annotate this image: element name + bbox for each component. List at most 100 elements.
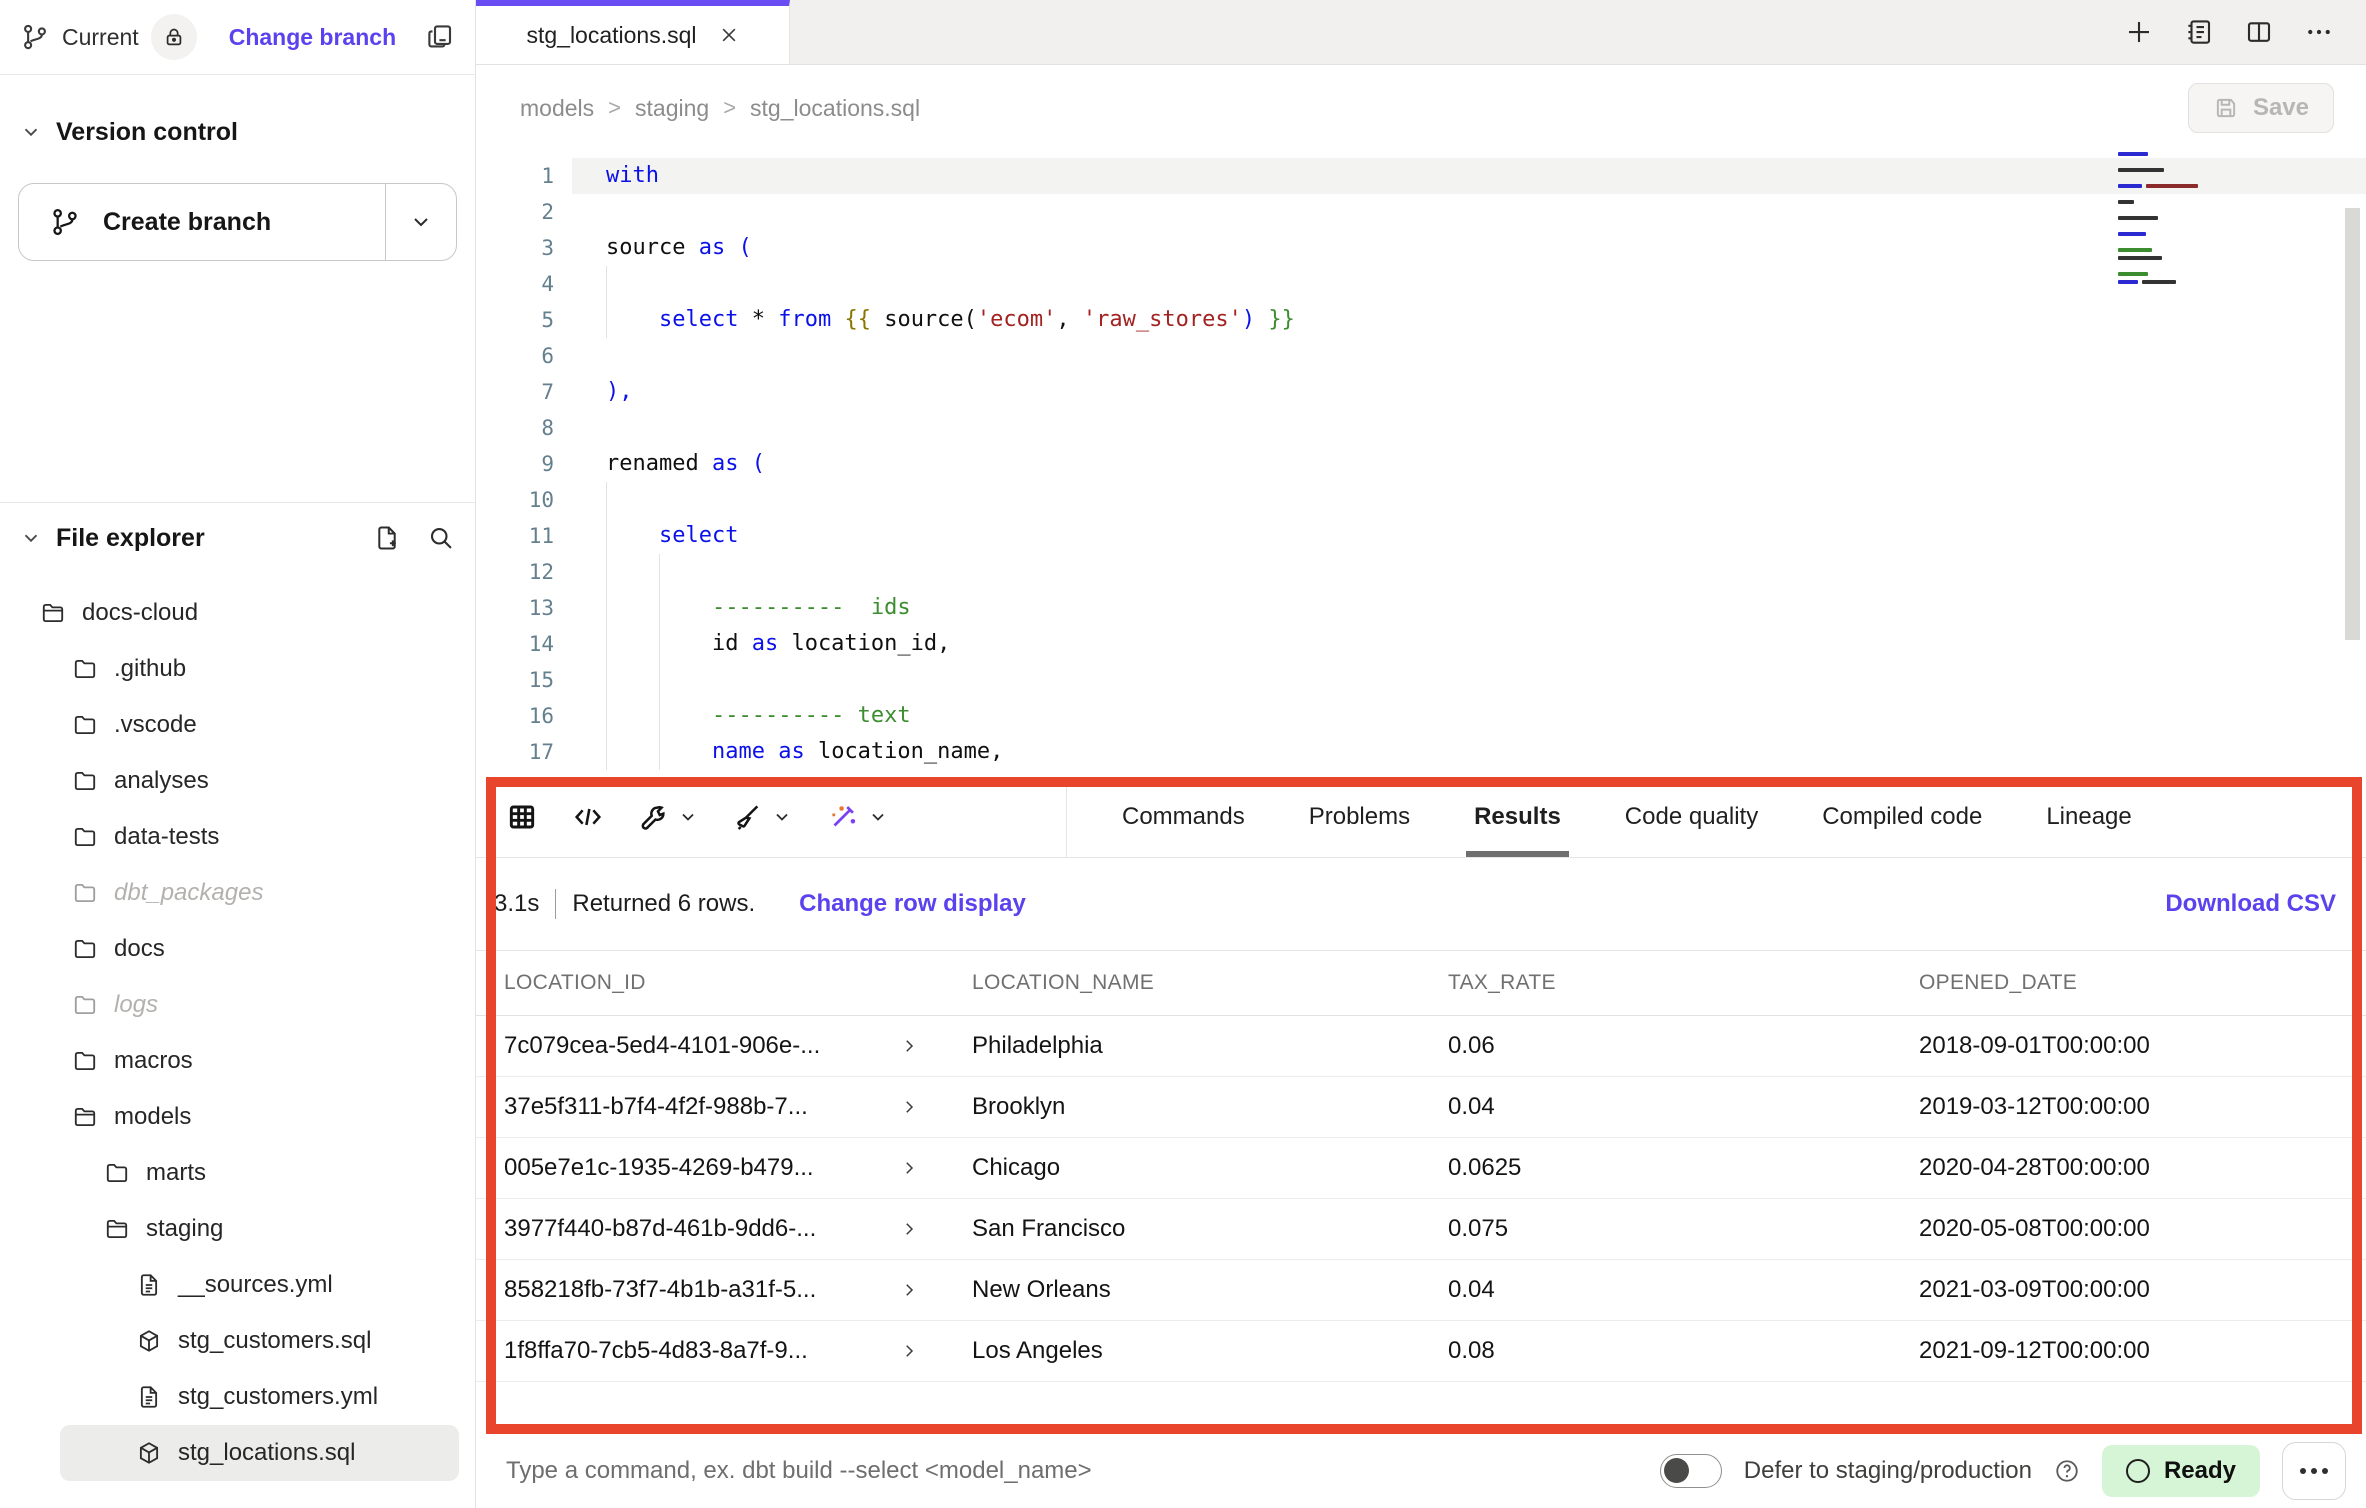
table-row[interactable]: 37e5f311-b7f4-4f2f-988b-7...Brooklyn0.04… bbox=[476, 1077, 2366, 1138]
code-line-13[interactable]: 13 ---------- ids bbox=[476, 590, 2366, 626]
breadcrumb-staging[interactable]: staging bbox=[635, 95, 709, 122]
file-tree-item-analyses[interactable]: analyses bbox=[0, 753, 475, 809]
code-line-1[interactable]: 1with bbox=[476, 158, 2366, 194]
save-button[interactable]: Save bbox=[2188, 83, 2334, 133]
file-tree-item-stg-locations-sql[interactable]: stg_locations.sql bbox=[60, 1425, 459, 1481]
line-number: 10 bbox=[476, 488, 572, 512]
cell-location-name: San Francisco bbox=[944, 1215, 1420, 1243]
cell-opened-date: 2020-05-08T00:00:00 bbox=[1891, 1215, 2366, 1243]
code-line-11[interactable]: 11 select bbox=[476, 518, 2366, 554]
expand-row-icon[interactable] bbox=[900, 1037, 918, 1055]
current-branch-label: Current bbox=[62, 24, 139, 51]
table-row[interactable]: 858218fb-73f7-4b1b-a31f-5...New Orleans0… bbox=[476, 1260, 2366, 1321]
new-file-icon[interactable] bbox=[373, 524, 401, 552]
ellipsis-icon[interactable] bbox=[2304, 17, 2334, 47]
expand-row-icon[interactable] bbox=[900, 1159, 918, 1177]
breadcrumb-models[interactable]: models bbox=[520, 95, 594, 122]
compile-code-icon[interactable] bbox=[572, 801, 604, 833]
expand-row-icon[interactable] bbox=[900, 1098, 918, 1116]
col-location-name: LOCATION_NAME bbox=[944, 971, 1420, 995]
file-tree-item-marts[interactable]: marts bbox=[0, 1145, 475, 1201]
file-tree-item--sources-yml[interactable]: __sources.yml bbox=[0, 1257, 475, 1313]
download-csv-link[interactable]: Download CSV bbox=[2165, 890, 2336, 918]
code-text bbox=[572, 482, 2366, 518]
minimap[interactable] bbox=[2118, 152, 2250, 284]
create-branch-button[interactable]: Create branch bbox=[18, 183, 457, 261]
change-branch-link[interactable]: Change branch bbox=[229, 24, 396, 51]
expand-row-icon[interactable] bbox=[900, 1220, 918, 1238]
search-icon[interactable] bbox=[427, 524, 455, 552]
version-control-header[interactable]: Version control bbox=[0, 103, 475, 161]
new-tab-icon[interactable] bbox=[2124, 17, 2154, 47]
code-line-4[interactable]: 4 bbox=[476, 266, 2366, 302]
table-row[interactable]: 1f8ffa70-7cb5-4d83-8a7f-9...Los Angeles0… bbox=[476, 1321, 2366, 1382]
code-editor[interactable]: 1with23source as (45 select * from {{ so… bbox=[476, 150, 2366, 777]
folder-icon bbox=[72, 656, 98, 682]
dbt-cloud-ide: Current Change branch Version control bbox=[0, 0, 2366, 1508]
panel-tab-lineage[interactable]: Lineage bbox=[2046, 777, 2131, 857]
chevron-down-icon[interactable] bbox=[678, 807, 698, 827]
defer-toggle[interactable] bbox=[1660, 1454, 1722, 1488]
more-actions-button[interactable] bbox=[2282, 1442, 2346, 1500]
notebook-icon[interactable] bbox=[2184, 17, 2214, 47]
expand-row-icon[interactable] bbox=[900, 1281, 918, 1299]
tab-stg-locations-sql[interactable]: stg_locations.sql bbox=[476, 0, 790, 64]
code-line-10[interactable]: 10 bbox=[476, 482, 2366, 518]
code-line-7[interactable]: 7), bbox=[476, 374, 2366, 410]
change-row-display-link[interactable]: Change row display bbox=[799, 890, 1026, 918]
file-tree-item-stg-customers-yml[interactable]: stg_customers.yml bbox=[0, 1369, 475, 1425]
code-line-2[interactable]: 2 bbox=[476, 194, 2366, 230]
file-tree-item-dbt-packages[interactable]: dbt_packages bbox=[0, 865, 475, 921]
code-line-6[interactable]: 6 bbox=[476, 338, 2366, 374]
code-line-8[interactable]: 8 bbox=[476, 410, 2366, 446]
code-line-3[interactable]: 3source as ( bbox=[476, 230, 2366, 266]
file-tree-item-logs[interactable]: logs bbox=[0, 977, 475, 1033]
panel-tab-code-quality[interactable]: Code quality bbox=[1625, 777, 1758, 857]
code-line-9[interactable]: 9renamed as ( bbox=[476, 446, 2366, 482]
file-tree-item-macros[interactable]: macros bbox=[0, 1033, 475, 1089]
panel-tab-commands[interactable]: Commands bbox=[1122, 777, 1245, 857]
code-line-14[interactable]: 14 id as location_id, bbox=[476, 626, 2366, 662]
expand-row-icon[interactable] bbox=[900, 1342, 918, 1360]
indent-guide bbox=[606, 734, 607, 770]
build-wrench-icon[interactable] bbox=[638, 801, 670, 833]
chevron-down-icon[interactable] bbox=[772, 807, 792, 827]
panel-tab-problems[interactable]: Problems bbox=[1309, 777, 1410, 857]
file-tree-item-docs-cloud[interactable]: docs-cloud bbox=[0, 585, 475, 641]
table-row[interactable]: 005e7e1c-1935-4269-b479...Chicago0.06252… bbox=[476, 1138, 2366, 1199]
table-row[interactable]: 7c079cea-5ed4-4101-906e-...Philadelphia0… bbox=[476, 1016, 2366, 1077]
file-tree-item-stg-customers-sql[interactable]: stg_customers.sql bbox=[0, 1313, 475, 1369]
help-icon[interactable] bbox=[2054, 1458, 2080, 1484]
cell-opened-date: 2018-09-01T00:00:00 bbox=[1891, 1032, 2366, 1060]
file-tree-item-staging[interactable]: staging bbox=[0, 1201, 475, 1257]
chevron-down-icon[interactable] bbox=[868, 807, 888, 827]
code-line-17[interactable]: 17 name as location_name, bbox=[476, 734, 2366, 770]
lint-broom-icon[interactable] bbox=[732, 801, 764, 833]
file-tree-item-data-tests[interactable]: data-tests bbox=[0, 809, 475, 865]
close-icon[interactable] bbox=[719, 25, 739, 45]
file-tree-item-docs[interactable]: docs bbox=[0, 921, 475, 977]
copy-icon[interactable] bbox=[425, 22, 455, 52]
code-line-12[interactable]: 12 bbox=[476, 554, 2366, 590]
table-row[interactable]: 3977f440-b87d-461b-9dd6-...San Francisco… bbox=[476, 1199, 2366, 1260]
ide-status-button[interactable]: Ready bbox=[2102, 1445, 2260, 1497]
code-line-16[interactable]: 16 ---------- text bbox=[476, 698, 2366, 734]
editor-scrollbar[interactable] bbox=[2345, 208, 2360, 640]
panel-tab-results[interactable]: Results bbox=[1474, 777, 1561, 857]
create-branch-main[interactable]: Create branch bbox=[19, 184, 385, 260]
preview-table-icon[interactable] bbox=[506, 801, 538, 833]
sidebar: Current Change branch Version control bbox=[0, 0, 476, 1508]
command-input[interactable] bbox=[504, 1456, 1388, 1486]
file-tree-item-models[interactable]: models bbox=[0, 1089, 475, 1145]
code-line-15[interactable]: 15 bbox=[476, 662, 2366, 698]
code-lines[interactable]: 1with23source as (45 select * from {{ so… bbox=[476, 150, 2366, 770]
file-tree-item--github[interactable]: .github bbox=[0, 641, 475, 697]
panel-tab-compiled-code[interactable]: Compiled code bbox=[1822, 777, 1982, 857]
split-pane-icon[interactable] bbox=[2244, 17, 2274, 47]
ai-wand-icon[interactable] bbox=[826, 800, 860, 834]
file-explorer-header[interactable]: File explorer bbox=[0, 510, 475, 566]
file-tree-item--vscode[interactable]: .vscode bbox=[0, 697, 475, 753]
create-branch-dropdown[interactable] bbox=[385, 184, 456, 260]
code-line-5[interactable]: 5 select * from {{ source('ecom', 'raw_s… bbox=[476, 302, 2366, 338]
cell-location-name: Chicago bbox=[944, 1154, 1420, 1182]
